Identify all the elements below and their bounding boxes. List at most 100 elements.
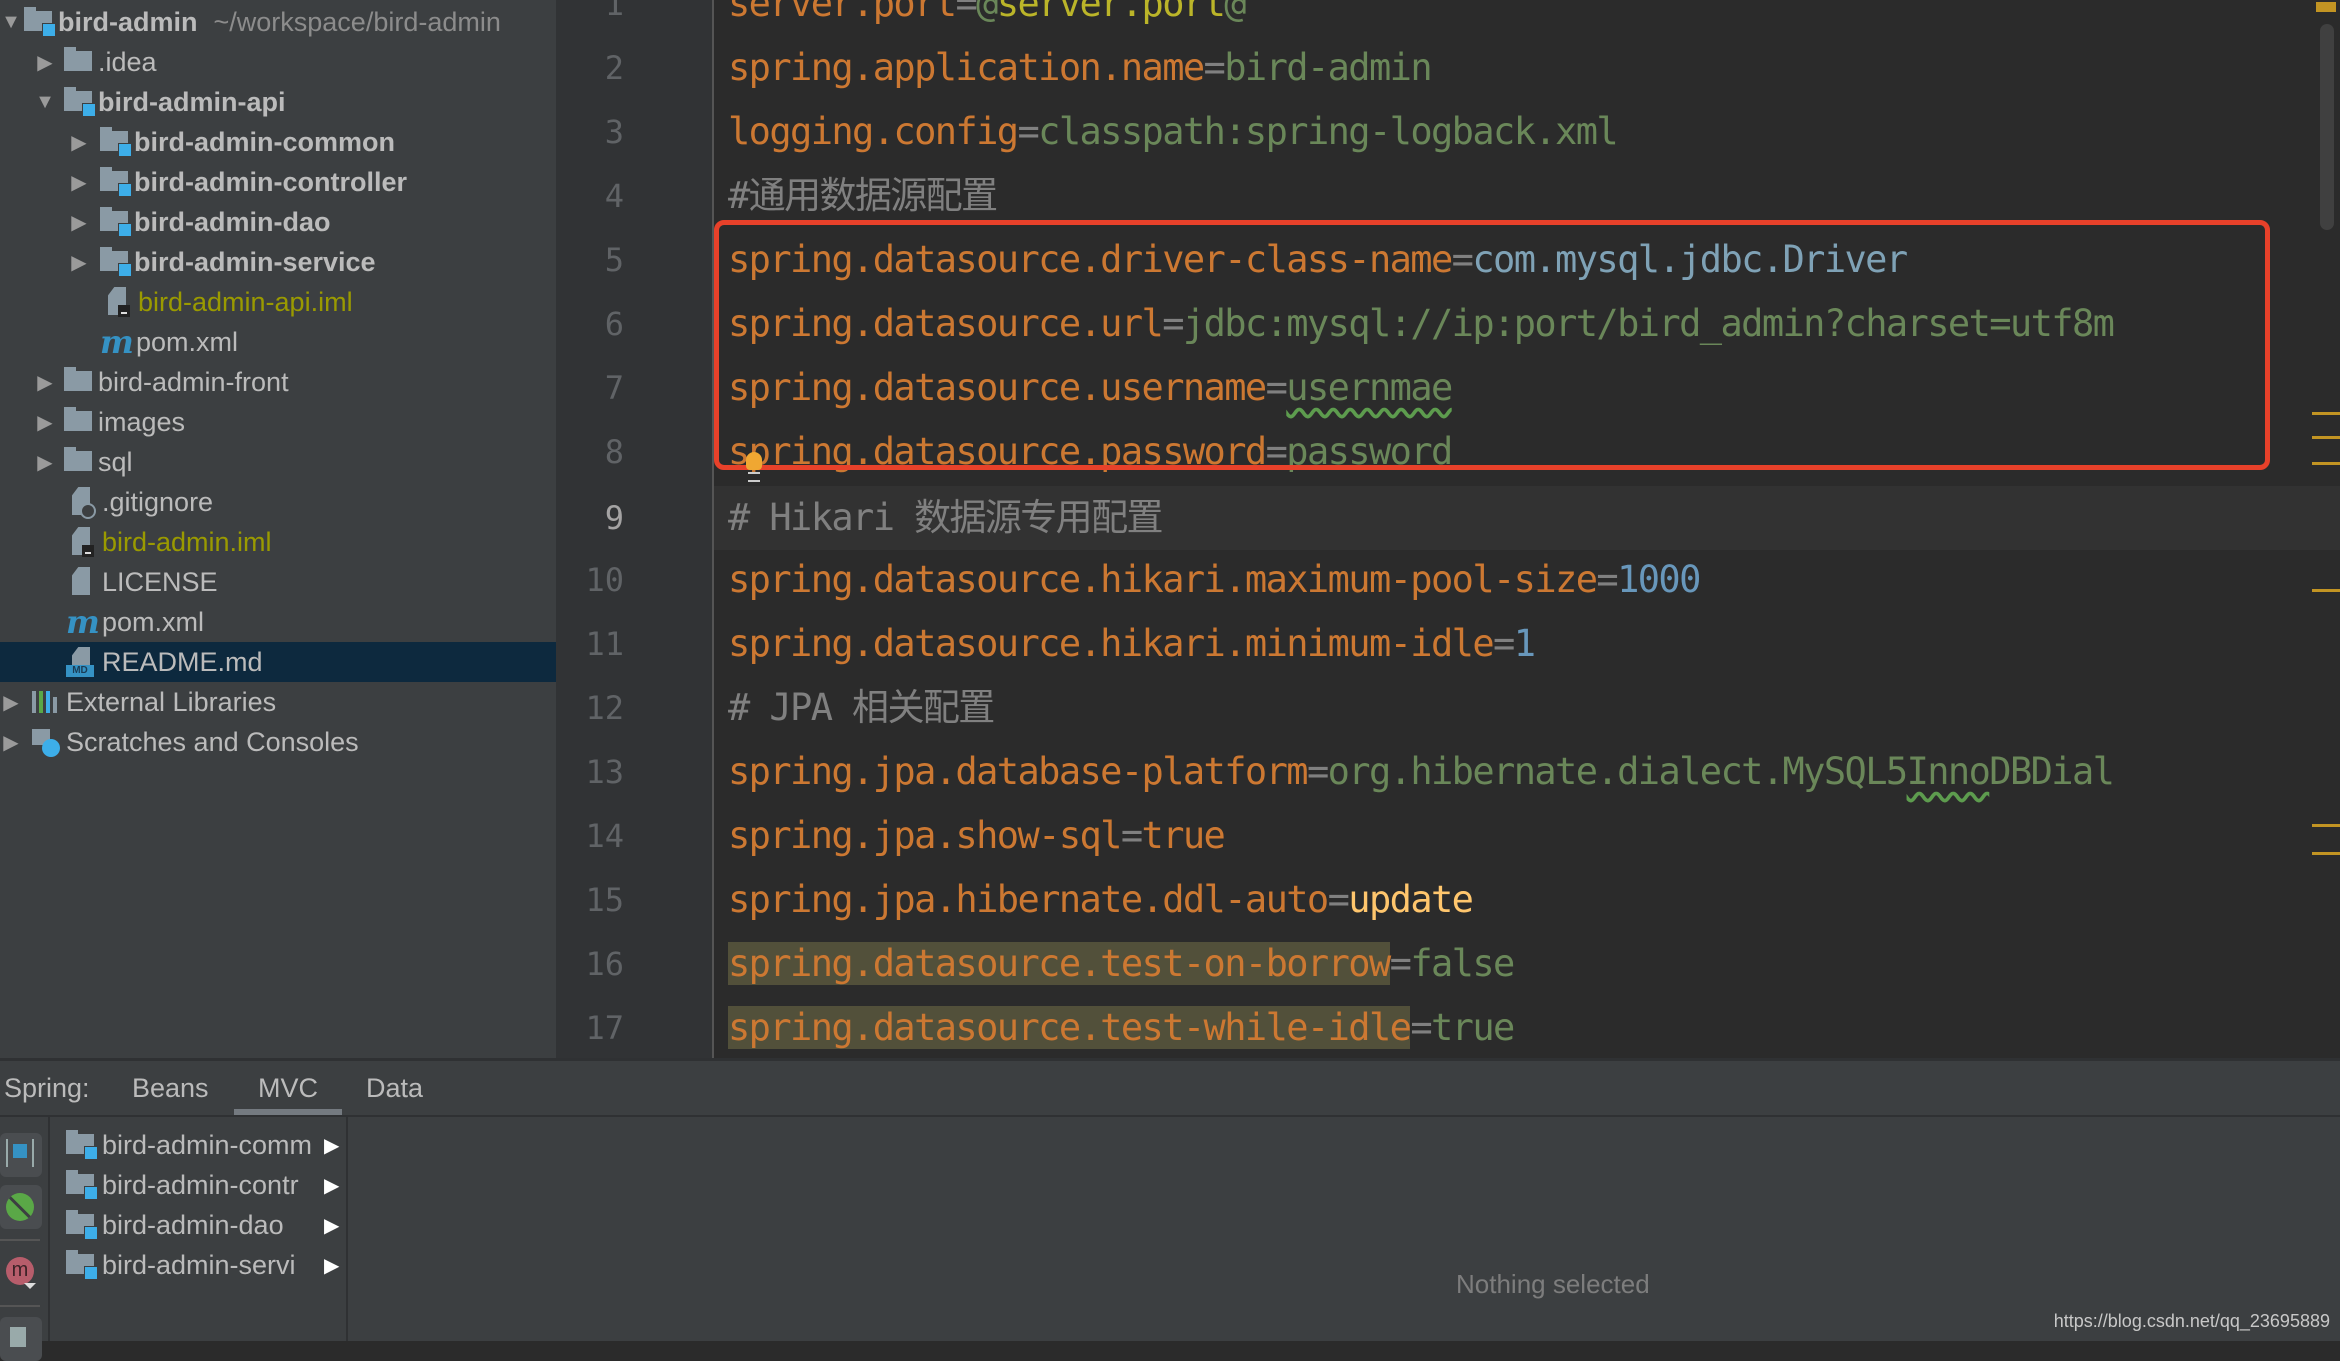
libraries-icon	[30, 687, 64, 717]
error-stripe-marker[interactable]	[2312, 824, 2340, 827]
chevron-right-icon[interactable]: ▶	[34, 362, 56, 402]
project-tree: ▼ bird-admin ~/workspace/bird-admin ▶ .i…	[0, 0, 556, 1058]
maven-icon: m	[66, 603, 100, 641]
tree-item-sql[interactable]: ▶ sql	[0, 442, 556, 482]
chevron-right-icon[interactable]: ▶	[324, 1253, 339, 1278]
property-value: org.hibernate.dialect.MySQL5	[1327, 750, 1909, 793]
panel-toolbar: m	[0, 1117, 50, 1361]
maven-m-icon[interactable]: m	[6, 1257, 34, 1285]
tab-beans[interactable]: Beans	[132, 1061, 209, 1115]
property-value: true	[1141, 814, 1226, 857]
editor-scrollbar[interactable]	[2320, 24, 2334, 230]
property-value: jdbc:mysql://ip:port/bird_admin?charset=…	[1182, 302, 2115, 345]
chevron-right-icon[interactable]: ▶	[324, 1213, 339, 1238]
tree-item-label: LICENSE	[102, 566, 218, 597]
line-number-current: 9	[604, 499, 624, 537]
intention-bulb-icon[interactable]	[746, 452, 762, 470]
tree-item-bird-admin-controller[interactable]: ▶ bird-admin-controller	[0, 162, 556, 202]
chevron-down-icon[interactable]: ▼	[0, 2, 22, 42]
error-stripe-marker[interactable]	[2312, 412, 2340, 415]
tree-item-label: pom.xml	[136, 326, 239, 357]
tree-item-images[interactable]: ▶ images	[0, 402, 556, 442]
chevron-down-icon[interactable]: ▼	[34, 82, 56, 122]
property-value-typo: Inno	[1906, 750, 1991, 793]
error-stripe-marker[interactable]	[2312, 852, 2340, 855]
code-line-15: spring.jpa.hibernate.ddl-auto=update	[728, 868, 1474, 932]
chevron-right-icon[interactable]: ▶	[0, 722, 22, 762]
mvc-module-item[interactable]: bird-admin-contr ▶	[64, 1165, 344, 1205]
chevron-right-icon[interactable]: ▶	[34, 442, 56, 482]
chevron-right-icon[interactable]: ▶	[68, 162, 90, 202]
dropdown-caret-icon	[24, 1283, 36, 1289]
placeholder-delimiter: @	[976, 0, 998, 25]
folder-icon	[62, 447, 96, 477]
chevron-right-icon[interactable]: ▶	[68, 242, 90, 282]
tab-mvc[interactable]: MVC	[258, 1061, 318, 1115]
chevron-right-icon[interactable]: ▶	[324, 1133, 339, 1158]
tree-item-bird-admin-iml[interactable]: bird-admin.iml	[0, 522, 556, 562]
equals-sign: =	[1327, 878, 1350, 921]
property-key: spring.application.name	[728, 46, 1205, 89]
tab-data[interactable]: Data	[366, 1061, 423, 1115]
property-key: logging.config	[728, 110, 1019, 153]
copy-icon	[10, 1327, 26, 1347]
module-folder-icon	[64, 1250, 98, 1280]
chevron-right-icon[interactable]: ▶	[34, 402, 56, 442]
module-view-button[interactable]	[0, 1133, 42, 1177]
spring-tool-window: Spring: Beans MVC Data m bird-admin-comm…	[0, 1058, 2340, 1361]
error-stripe-marker[interactable]	[2312, 462, 2340, 465]
tree-item-bird-admin-service[interactable]: ▶ bird-admin-service	[0, 242, 556, 282]
error-stripe-marker[interactable]	[2312, 436, 2340, 439]
tree-root-bird-admin[interactable]: ▼ bird-admin ~/workspace/bird-admin	[0, 2, 556, 42]
line-number: 6	[604, 305, 624, 343]
tree-item-scratches-consoles[interactable]: ▶ Scratches and Consoles	[0, 722, 556, 762]
tree-item-bird-admin-dao[interactable]: ▶ bird-admin-dao	[0, 202, 556, 242]
chevron-right-icon[interactable]: ▶	[34, 42, 56, 82]
chevron-right-icon[interactable]: ▶	[0, 682, 22, 722]
tree-item-idea[interactable]: ▶ .idea	[0, 42, 556, 82]
folder-icon	[62, 47, 96, 77]
line-number: 12	[585, 689, 624, 727]
tree-item-bird-admin-api[interactable]: ▼ bird-admin-api	[0, 82, 556, 122]
gutter-divider	[712, 0, 714, 1058]
line-number: 11	[585, 625, 624, 663]
property-value: update	[1348, 878, 1474, 921]
tree-item-gitignore[interactable]: .gitignore	[0, 482, 556, 522]
tree-item-bird-admin-common[interactable]: ▶ bird-admin-common	[0, 122, 556, 162]
tree-item-label: bird-admin-front	[98, 366, 289, 397]
tree-item-pom-xml[interactable]: m pom.xml	[0, 602, 556, 642]
mvc-module-item[interactable]: bird-admin-comm ▶	[64, 1125, 344, 1165]
mvc-module-item[interactable]: bird-admin-dao ▶	[64, 1205, 344, 1245]
mvc-module-label: bird-admin-contr	[102, 1169, 299, 1200]
project-path: ~/workspace/bird-admin	[213, 6, 501, 37]
tree-item-external-libraries[interactable]: ▶ External Libraries	[0, 682, 556, 722]
intention-bulb-base	[748, 472, 760, 482]
tree-item-label: images	[98, 406, 186, 437]
folder-icon	[62, 407, 96, 437]
error-stripe-marker[interactable]	[2312, 589, 2340, 592]
equals-sign: =	[1596, 558, 1618, 601]
copy-button[interactable]	[0, 1317, 42, 1361]
mvc-module-list: bird-admin-comm ▶ bird-admin-contr ▶ bir…	[50, 1117, 348, 1341]
spring-toggle-button[interactable]	[0, 1185, 42, 1229]
line-number: 16	[585, 945, 624, 983]
chevron-right-icon[interactable]: ▶	[324, 1173, 339, 1198]
property-key: spring.jpa.show-sql	[728, 814, 1122, 857]
code-line-8: spring.datasource.password=password	[728, 420, 1453, 484]
tree-item-label: README.md	[102, 646, 263, 677]
module-bracket-icon	[6, 1139, 34, 1167]
chevron-right-icon[interactable]: ▶	[68, 202, 90, 242]
chevron-right-icon[interactable]: ▶	[68, 122, 90, 162]
folder-icon	[62, 367, 96, 397]
inspection-status-icon[interactable]	[2316, 2, 2336, 12]
tree-item-readme-md[interactable]: MD README.md	[0, 642, 556, 682]
tree-item-license[interactable]: LICENSE	[0, 562, 556, 602]
line-number: 10	[585, 561, 624, 599]
property-value: password	[1286, 430, 1453, 473]
equals-sign: =	[1017, 110, 1039, 153]
property-key: server.port	[728, 0, 957, 25]
tree-item-api-pom-xml[interactable]: m pom.xml	[0, 322, 556, 362]
tree-item-bird-admin-front[interactable]: ▶ bird-admin-front	[0, 362, 556, 402]
mvc-module-item[interactable]: bird-admin-servi ▶	[64, 1245, 344, 1285]
tree-item-bird-admin-api-iml[interactable]: bird-admin-api.iml	[0, 282, 556, 322]
